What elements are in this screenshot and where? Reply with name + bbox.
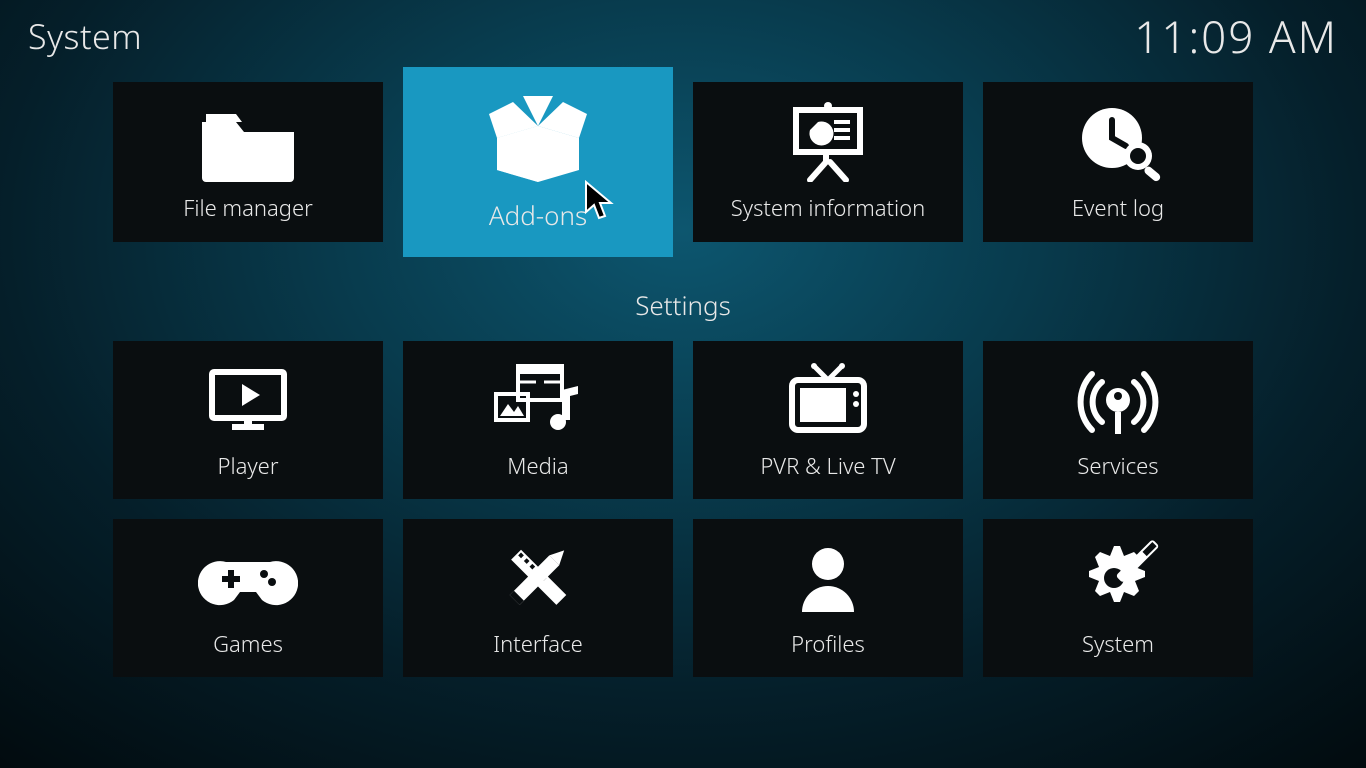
monitor-play-icon [198,360,298,445]
tile-label: Player [217,451,278,481]
tile-profiles[interactable]: Profiles [693,519,963,677]
system-menu: File manager Add-ons [0,72,1366,677]
section-title: Settings [635,287,731,323]
gear-tool-icon [1068,538,1168,623]
open-box-icon [483,92,593,189]
top-row: File manager Add-ons [113,82,1253,257]
header: System 11:09 AM [0,0,1366,72]
pencil-ruler-icon [488,538,588,623]
breadcrumb: System [28,13,142,59]
folder-icon [198,102,298,187]
tile-games[interactable]: Games [113,519,383,677]
tile-services[interactable]: Services [983,341,1253,499]
tile-label: Interface [493,629,582,659]
easel-chart-icon [778,102,878,187]
clock: 11:09 AM [1134,6,1338,66]
tile-label: Services [1077,451,1158,481]
tile-label: Event log [1072,193,1164,223]
tile-label: System [1082,629,1154,659]
tile-label: PVR & Live TV [760,451,895,481]
profile-icon [778,538,878,623]
tile-interface[interactable]: Interface [403,519,673,677]
tile-label: System information [731,193,926,223]
tile-system[interactable]: System [983,519,1253,677]
tile-event-log[interactable]: Event log [983,82,1253,242]
tile-add-ons[interactable]: Add-ons [403,67,673,257]
tile-label: Media [507,451,568,481]
tile-label: Profiles [791,629,865,659]
tile-label: Games [213,629,283,659]
tile-label: File manager [183,193,313,223]
tile-player[interactable]: Player [113,341,383,499]
tile-pvr-live-tv[interactable]: PVR & Live TV [693,341,963,499]
tile-file-manager[interactable]: File manager [113,82,383,242]
tv-icon [778,360,878,445]
settings-row-1: Player Media [113,341,1253,499]
gamepad-icon [198,538,298,623]
tile-system-information[interactable]: System information [693,82,963,242]
tile-label: Add-ons [489,197,587,233]
media-collection-icon [488,360,588,445]
settings-row-2: Games [113,519,1253,677]
clock-search-icon [1068,102,1168,187]
broadcast-icon [1068,360,1168,445]
tile-media[interactable]: Media [403,341,673,499]
